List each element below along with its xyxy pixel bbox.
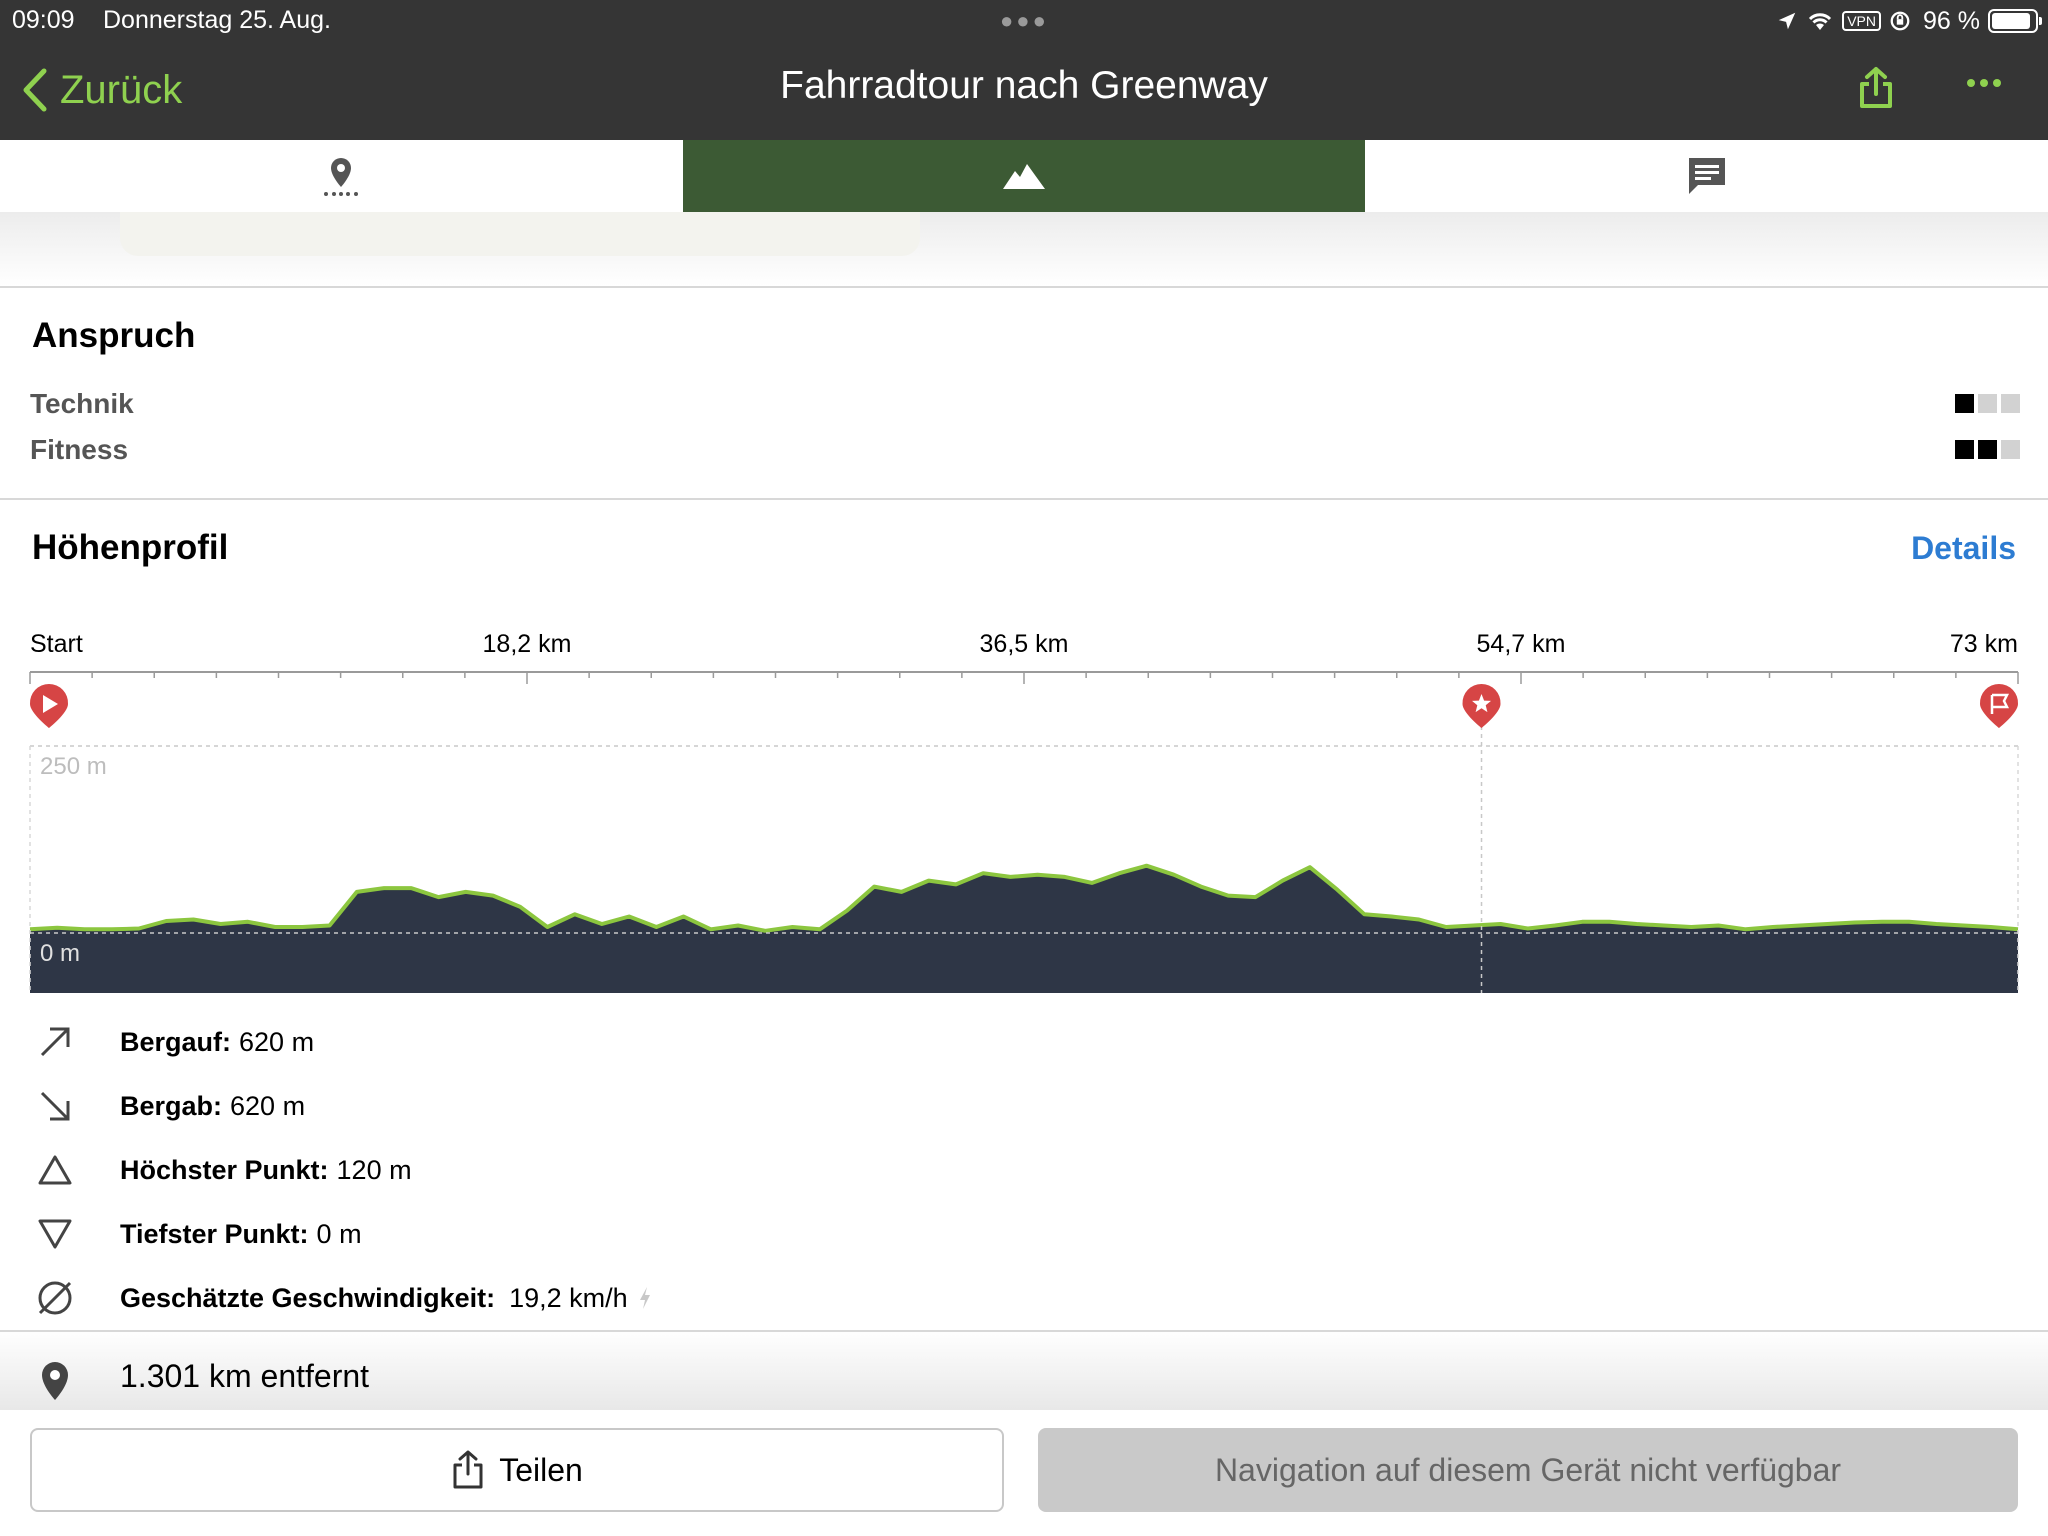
stat-label: Bergab: (120, 1090, 223, 1121)
rating-box (2001, 440, 2020, 459)
navigation-unavailable-button[interactable]: Navigation auf diesem Gerät nicht verfüg… (1038, 1428, 2018, 1512)
technik-label: Technik (30, 388, 134, 419)
below-zero-band (30, 933, 2018, 993)
wifi-icon (1809, 13, 1832, 30)
more-button[interactable] (1966, 76, 2002, 94)
top-bar: 09:09 Donnerstag 25. Aug. ●●● VPN 96 % Z… (0, 0, 2048, 140)
elevation-title: Höhenprofil (32, 528, 229, 567)
fitness-label: Fitness (30, 434, 129, 465)
rating-box (1955, 440, 1974, 459)
stat-row: Bergauf: 620 m (30, 1017, 314, 1067)
stat-label: Bergauf: (120, 1026, 232, 1057)
triangle-down-icon (38, 1219, 72, 1249)
y-label-zero: 0 m (40, 940, 80, 967)
divider (0, 1330, 2048, 1332)
triangle-up-icon (38, 1155, 72, 1185)
orientation-lock-icon (1890, 11, 1910, 31)
stat-label: Höchster Punkt: (120, 1154, 329, 1185)
fitness-rating (1955, 440, 2020, 459)
tab-bar (0, 140, 2048, 226)
y-label-top: 250 m (40, 753, 107, 780)
tab-overview[interactable] (0, 140, 683, 212)
distance-text: 1.301 km entfernt (120, 1358, 370, 1394)
arrow-up-right-icon (40, 1027, 70, 1057)
share-tour-label: Teilen (499, 1451, 583, 1488)
share-icon (453, 1450, 483, 1489)
comment-icon (1688, 158, 1725, 194)
stat-value: 0 m (316, 1218, 362, 1249)
stat-value: 120 m (336, 1154, 412, 1185)
difficulty-title: Anspruch (32, 316, 196, 355)
rating-box (2001, 394, 2020, 413)
multitasking-dots-icon[interactable]: ●●● (1000, 8, 1049, 34)
tab-elevation[interactable] (682, 140, 1366, 226)
vpn-badge: VPN (1842, 11, 1882, 31)
stat-row: Höchster Punkt: 120 m (30, 1145, 412, 1195)
stat-value: 19,2 km/h (509, 1282, 628, 1313)
x-tick-label: Start (30, 630, 83, 658)
x-tick-label: 54,7 km (1477, 630, 1566, 658)
stat-row: Geschätzte Geschwindigkeit: 19,2 km/h (30, 1273, 652, 1323)
rating-box (1978, 394, 1997, 413)
stat-row: Tiefster Punkt: 0 m (30, 1209, 362, 1259)
battery-icon (1988, 9, 2042, 33)
tab-comments[interactable] (1365, 140, 2048, 212)
x-tick-label: 18,2 km (483, 630, 572, 658)
share-button[interactable] (1858, 66, 1894, 115)
battery-percent: 96 % (1923, 6, 1980, 35)
location-pin-icon (42, 1362, 68, 1400)
x-tick-label: 36,5 km (980, 630, 1069, 658)
start-marker-icon[interactable] (29, 684, 69, 728)
waypoint-star-marker-icon[interactable] (1462, 684, 1501, 728)
stat-row: Bergab: 620 m (30, 1081, 305, 1131)
x-tick-label: 73 km (1950, 630, 2018, 658)
status-icons: VPN 96 % (1776, 4, 2042, 38)
status-time: 09:09 (12, 6, 75, 34)
stat-value: 620 m (239, 1026, 315, 1057)
previous-section-card (120, 212, 920, 256)
share-tour-button[interactable]: Teilen (30, 1428, 1004, 1512)
status-date: Donnerstag 25. Aug. (103, 6, 331, 34)
more-icon (1967, 79, 2001, 87)
rating-box (1955, 394, 1974, 413)
divider (0, 286, 2048, 288)
mountain-icon (1003, 164, 1045, 189)
page-title: Fahrradtour nach Greenway (780, 64, 1268, 107)
divider (0, 498, 2048, 500)
lightning-icon (639, 1287, 650, 1309)
location-arrow-icon (1778, 12, 1796, 30)
arrow-down-right-icon (40, 1091, 70, 1121)
share-icon (1860, 67, 1892, 108)
distance-row (30, 1356, 120, 1406)
finish-flag-marker-icon[interactable] (1979, 684, 2019, 728)
stat-value: 620 m (230, 1090, 306, 1121)
stat-label: Geschätzte Geschwindigkeit: (120, 1282, 496, 1313)
technik-rating (1955, 394, 2020, 413)
map-pin-icon (324, 158, 359, 196)
diameter-icon (38, 1281, 72, 1315)
rating-box (1978, 440, 1997, 459)
elevation-chart[interactable]: Start 18,2 km 36,5 km 54,7 km 73 km 250 m 0 m (0, 620, 2048, 1000)
stat-label: Tiefster Punkt: (120, 1218, 309, 1249)
details-link[interactable]: Details (1911, 530, 2016, 567)
